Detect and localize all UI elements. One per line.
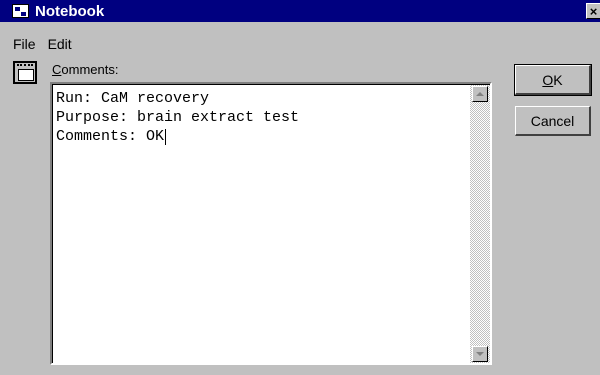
notebook-page bbox=[18, 69, 34, 81]
close-icon: × bbox=[589, 3, 598, 19]
menu-file[interactable]: File bbox=[0, 34, 42, 54]
comments-textarea[interactable]: Run: CaM recovery Purpose: brain extract … bbox=[50, 82, 492, 365]
menu-bar: File Edit bbox=[0, 34, 78, 54]
ok-button-mnemonic: O bbox=[542, 71, 554, 88]
ok-button-label: K bbox=[553, 71, 563, 88]
comments-text[interactable]: Run: CaM recovery Purpose: brain extract … bbox=[56, 89, 299, 146]
comments-line-comments-text: Comments: OK bbox=[56, 128, 165, 145]
scroll-down-button[interactable] bbox=[472, 346, 488, 362]
arrow-down-icon bbox=[476, 352, 484, 356]
cancel-button[interactable]: Cancel bbox=[515, 106, 591, 136]
text-caret bbox=[165, 129, 167, 145]
vertical-scrollbar[interactable] bbox=[470, 85, 490, 363]
comments-line-run: Run: CaM recovery bbox=[56, 90, 210, 107]
ok-button[interactable]: OK bbox=[514, 64, 592, 96]
notebook-window: Notebook × File Edit Comments: Run: CaM … bbox=[0, 0, 600, 375]
comments-line-purpose: Purpose: brain extract test bbox=[56, 109, 300, 126]
window-title: Notebook bbox=[35, 2, 105, 20]
comments-label: Comments: bbox=[52, 62, 118, 77]
close-button[interactable]: × bbox=[586, 3, 600, 19]
comments-textarea-inner[interactable]: Run: CaM recovery Purpose: brain extract … bbox=[52, 84, 490, 363]
notebook-icon bbox=[13, 61, 37, 84]
title-bar[interactable]: Notebook × bbox=[0, 0, 600, 22]
comments-line-comments: Comments: OK bbox=[56, 127, 299, 146]
arrow-up-icon bbox=[476, 92, 484, 96]
menu-edit[interactable]: Edit bbox=[42, 34, 78, 54]
scroll-up-button[interactable] bbox=[472, 86, 488, 102]
comments-label-mnemonic: C bbox=[52, 62, 62, 77]
comments-label-text: omments: bbox=[61, 62, 119, 77]
notebook-app-icon[interactable] bbox=[12, 4, 29, 18]
